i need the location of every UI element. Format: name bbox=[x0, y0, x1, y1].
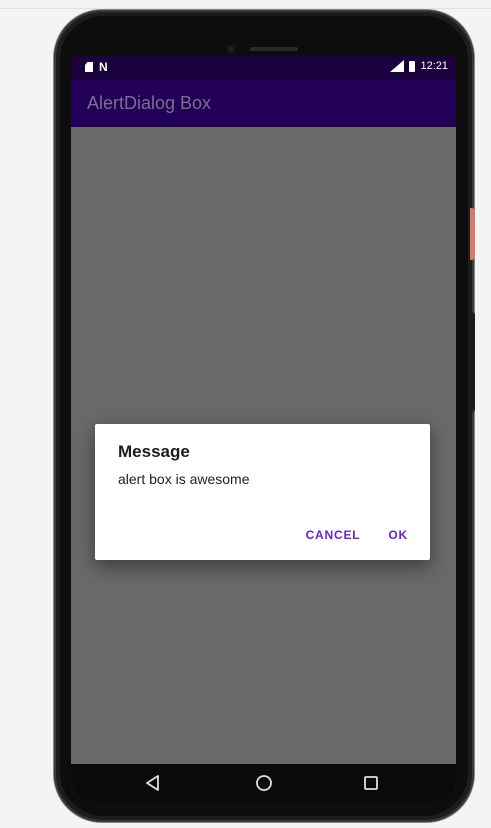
cancel-button[interactable]: CANCEL bbox=[306, 528, 361, 542]
battery-icon bbox=[409, 60, 416, 72]
sim-card-icon bbox=[85, 62, 93, 72]
front-camera-icon bbox=[225, 43, 237, 55]
top-divider bbox=[0, 8, 491, 9]
status-right: 12:21 bbox=[390, 60, 448, 72]
power-button[interactable] bbox=[470, 208, 475, 260]
status-bar: N 12:21 bbox=[71, 56, 456, 80]
app-title: AlertDialog Box bbox=[87, 93, 212, 113]
alert-dialog: Message alert box is awesome CANCEL OK bbox=[95, 424, 430, 560]
dialog-message: alert box is awesome bbox=[118, 471, 250, 487]
dialog-actions: CANCEL OK bbox=[306, 528, 408, 542]
navigation-bar bbox=[71, 764, 456, 802]
signal-icon bbox=[390, 60, 405, 72]
recents-square-icon[interactable] bbox=[361, 773, 381, 793]
back-triangle-icon[interactable] bbox=[143, 773, 163, 793]
page: N 12:21 AlertDialog Box Message alert bo… bbox=[0, 0, 491, 828]
content-scrim[interactable]: Message alert box is awesome CANCEL OK bbox=[71, 127, 456, 759]
dialog-title: Message bbox=[118, 442, 190, 461]
ok-button[interactable]: OK bbox=[388, 528, 408, 542]
device-screen: N 12:21 AlertDialog Box Message alert bo… bbox=[71, 56, 456, 802]
status-time: 12:21 bbox=[420, 60, 448, 72]
app-bar: AlertDialog Box bbox=[71, 80, 456, 127]
notification-n-icon: N bbox=[99, 60, 108, 74]
earpiece-speaker bbox=[250, 47, 298, 51]
volume-button[interactable] bbox=[470, 312, 475, 412]
home-circle-icon[interactable] bbox=[254, 773, 274, 793]
status-left: N bbox=[85, 60, 108, 74]
